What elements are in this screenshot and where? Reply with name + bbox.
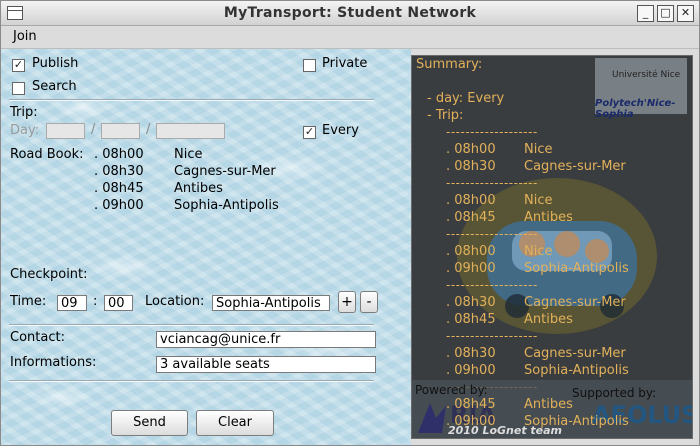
summary-separator: ------------------- <box>446 329 538 343</box>
search-label: Search <box>32 79 77 94</box>
private-checkbox[interactable] <box>303 59 316 72</box>
remove-checkpoint-button[interactable]: - <box>360 291 378 313</box>
ria-logo-icon <box>418 403 446 433</box>
segment-time: . 08h30 <box>446 159 496 174</box>
maximize-button[interactable]: □ <box>657 5 674 22</box>
segment-time: . 08h45 <box>446 312 496 327</box>
segment-place: Sophia-Antipolis <box>524 261 629 276</box>
segment-place: Cagnes-sur-Mer <box>524 346 626 361</box>
roadbook-time: . 08h45 <box>94 181 144 196</box>
date-slash: / <box>91 122 96 137</box>
minimize-button[interactable]: _ <box>637 5 654 22</box>
menu-bar: Join <box>1 26 699 49</box>
segment-place: Cagnes-sur-Mer <box>524 159 626 174</box>
every-checkbox[interactable]: ✓ <box>303 126 316 139</box>
passenger <box>585 239 609 263</box>
roadbook-place: Cagnes-sur-Mer <box>174 164 276 179</box>
summary-day: - day: Every <box>427 91 505 106</box>
form-panel: ✓ Publish Search Private Trip: Day: / / … <box>1 49 411 445</box>
separator <box>9 99 374 101</box>
roadbook-time: . 08h00 <box>94 147 144 162</box>
summary-title: Summary: <box>416 57 483 72</box>
every-label: Every <box>322 123 359 138</box>
roadbook-time: . 09h00 <box>94 198 144 213</box>
day-field[interactable] <box>46 123 85 139</box>
checkpoint-label: Checkpoint: <box>10 267 88 282</box>
segment-time: . 09h00 <box>446 414 496 429</box>
summary-trip-label: - Trip: <box>427 108 464 123</box>
summary-separator: ------------------- <box>446 176 538 190</box>
add-checkpoint-button[interactable]: + <box>338 291 356 313</box>
day-label: Day: <box>10 123 40 138</box>
segment-place: Nice <box>524 193 553 208</box>
date-slash: / <box>146 122 151 137</box>
contact-field[interactable]: vciancag@unice.fr <box>156 331 376 348</box>
segment-place: Sophia-Antipolis <box>524 363 629 378</box>
segment-time: . 09h00 <box>446 261 496 276</box>
location-label: Location: <box>145 294 205 309</box>
info-field[interactable]: 3 available seats <box>156 356 376 373</box>
segment-time: . 09h00 <box>446 363 496 378</box>
powered-by-label: Powered by: <box>415 383 488 397</box>
private-label: Private <box>322 56 368 71</box>
roadbook-place: Sophia-Antipolis <box>174 198 279 213</box>
info-label: Informations: <box>10 355 97 370</box>
water-background <box>1 49 411 445</box>
segment-place: Antibes <box>524 312 573 327</box>
segment-place: Sophia-Antipolis <box>524 414 629 429</box>
segment-place: Antibes <box>524 210 573 225</box>
segment-time: . 08h00 <box>446 142 496 157</box>
window-title: MyTransport: Student Network <box>223 5 477 21</box>
summary-panel: Université Nice Polytech'Nice-Sophia Sum… <box>411 55 693 439</box>
segment-place: Nice <box>524 244 553 259</box>
segment-place: Cagnes-sur-Mer <box>524 295 626 310</box>
location-field[interactable]: Sophia-Antipolis <box>212 295 330 311</box>
roadbook-time: . 08h30 <box>94 164 144 179</box>
segment-time: . 08h30 <box>446 346 496 361</box>
time-label: Time: <box>10 294 47 309</box>
university-logo-text: Université Nice <box>612 70 681 80</box>
contact-label: Contact: <box>10 330 65 345</box>
segment-place: Nice <box>524 142 553 157</box>
supported-by-label: Supported by: <box>572 386 657 400</box>
roadbook-place: Antibes <box>174 181 223 196</box>
clear-button[interactable]: Clear <box>196 410 274 436</box>
time-colon: : <box>93 294 98 309</box>
roadbook-place: Nice <box>174 147 203 162</box>
title-bar[interactable]: MyTransport: Student Network _ □ ✕ <box>1 1 699 26</box>
roadbook-label: Road Book: <box>10 147 84 162</box>
segment-time: . 08h45 <box>446 210 496 225</box>
segment-time: . 08h00 <box>446 244 496 259</box>
segment-time: . 08h45 <box>446 397 496 412</box>
segment-time: . 08h30 <box>446 295 496 310</box>
segment-time: . 08h00 <box>446 193 496 208</box>
passenger <box>554 231 580 257</box>
year-field[interactable] <box>156 123 225 139</box>
summary-separator: ------------------- <box>446 125 538 139</box>
trip-label: Trip: <box>10 105 38 120</box>
separator <box>9 380 374 382</box>
hour-field[interactable]: 09 <box>57 295 87 311</box>
summary-separator: ------------------- <box>446 227 538 241</box>
publish-label: Publish <box>32 56 79 71</box>
minute-field[interactable]: 00 <box>104 295 133 311</box>
month-field[interactable] <box>101 123 140 139</box>
summary-separator: ------------------- <box>446 278 538 292</box>
separator <box>9 324 374 326</box>
publish-checkbox[interactable]: ✓ <box>12 59 25 72</box>
close-button[interactable]: ✕ <box>677 5 694 22</box>
search-checkbox[interactable] <box>12 82 25 95</box>
menu-join[interactable]: Join <box>13 29 37 44</box>
send-button[interactable]: Send <box>111 410 188 436</box>
polytech-logo-text: Polytech'Nice-Sophia <box>595 98 676 120</box>
segment-place: Antibes <box>524 397 573 412</box>
app-window: MyTransport: Student Network _ □ ✕ Join … <box>0 0 700 446</box>
